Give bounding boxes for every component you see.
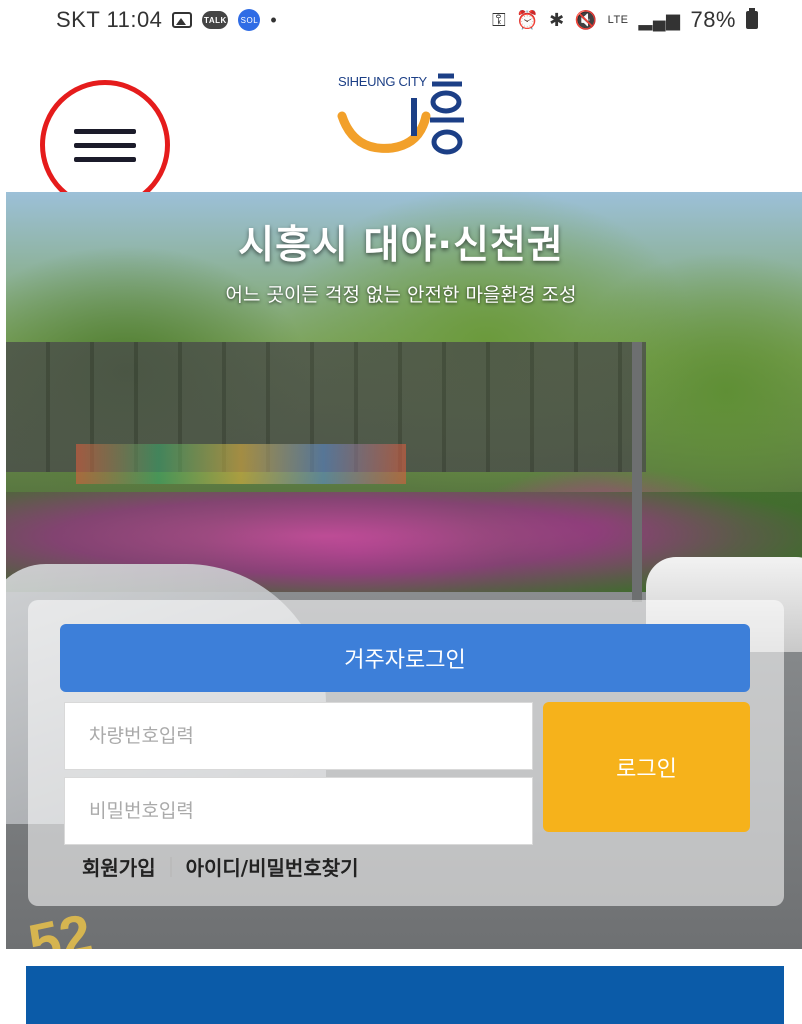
bluetooth-icon: ✱: [549, 9, 565, 30]
siheung-city-logo[interactable]: SIHEUNG CITY 시흥: [334, 64, 474, 164]
key-icon: ⚿: [492, 9, 507, 30]
status-left: SKT 11:04 TALK SOL •: [56, 7, 277, 33]
carrier-time: SKT 11:04: [56, 7, 163, 32]
gallery-icon: [172, 12, 193, 28]
mute-icon: 🔇: [574, 9, 598, 30]
status-bar: SKT 11:04 TALK SOL • ⚿ ⏰ ✱ 🔇 LTE ▂▄▆ 78%: [0, 0, 802, 40]
login-button[interactable]: 로그인: [543, 702, 750, 832]
notification-dot-icon: •: [270, 9, 278, 30]
password-input[interactable]: [64, 777, 533, 845]
vehicle-number-input[interactable]: [64, 702, 533, 770]
signup-link[interactable]: 회원가입: [82, 852, 156, 881]
status-right: ⚿ ⏰ ✱ 🔇 LTE ▂▄▆ 78%: [492, 7, 758, 33]
bottom-banner: [26, 966, 784, 1024]
app-header: SIHEUNG CITY 시흥: [0, 40, 802, 210]
hamburger-menu-button[interactable]: [40, 80, 170, 210]
account-links: 회원가입 아이디/비밀번호찾기: [82, 852, 359, 881]
find-id-password-link[interactable]: 아이디/비밀번호찾기: [186, 852, 359, 881]
logo-word: 시흥: [334, 64, 363, 68]
kakaotalk-icon: TALK: [202, 11, 229, 29]
hamburger-menu-icon: [74, 128, 136, 134]
battery-level: 78%: [690, 7, 736, 32]
signal-icon: ▂▄▆: [638, 9, 681, 30]
alarm-icon: ⏰: [516, 9, 540, 30]
sol-pay-icon: SOL: [238, 9, 261, 31]
resident-login-header[interactable]: 거주자로그인: [60, 624, 750, 692]
link-divider: [169, 856, 172, 877]
lte-icon: LTE: [607, 14, 629, 26]
battery-icon: [746, 8, 758, 29]
logo-text: SIHEUNG CITY: [338, 74, 427, 89]
hero-title: 시흥시 대야·신천권: [238, 223, 564, 268]
hero-subtitle: 어느 곳이든 걱정 없는 안전한 마을환경 조성: [225, 284, 577, 306]
